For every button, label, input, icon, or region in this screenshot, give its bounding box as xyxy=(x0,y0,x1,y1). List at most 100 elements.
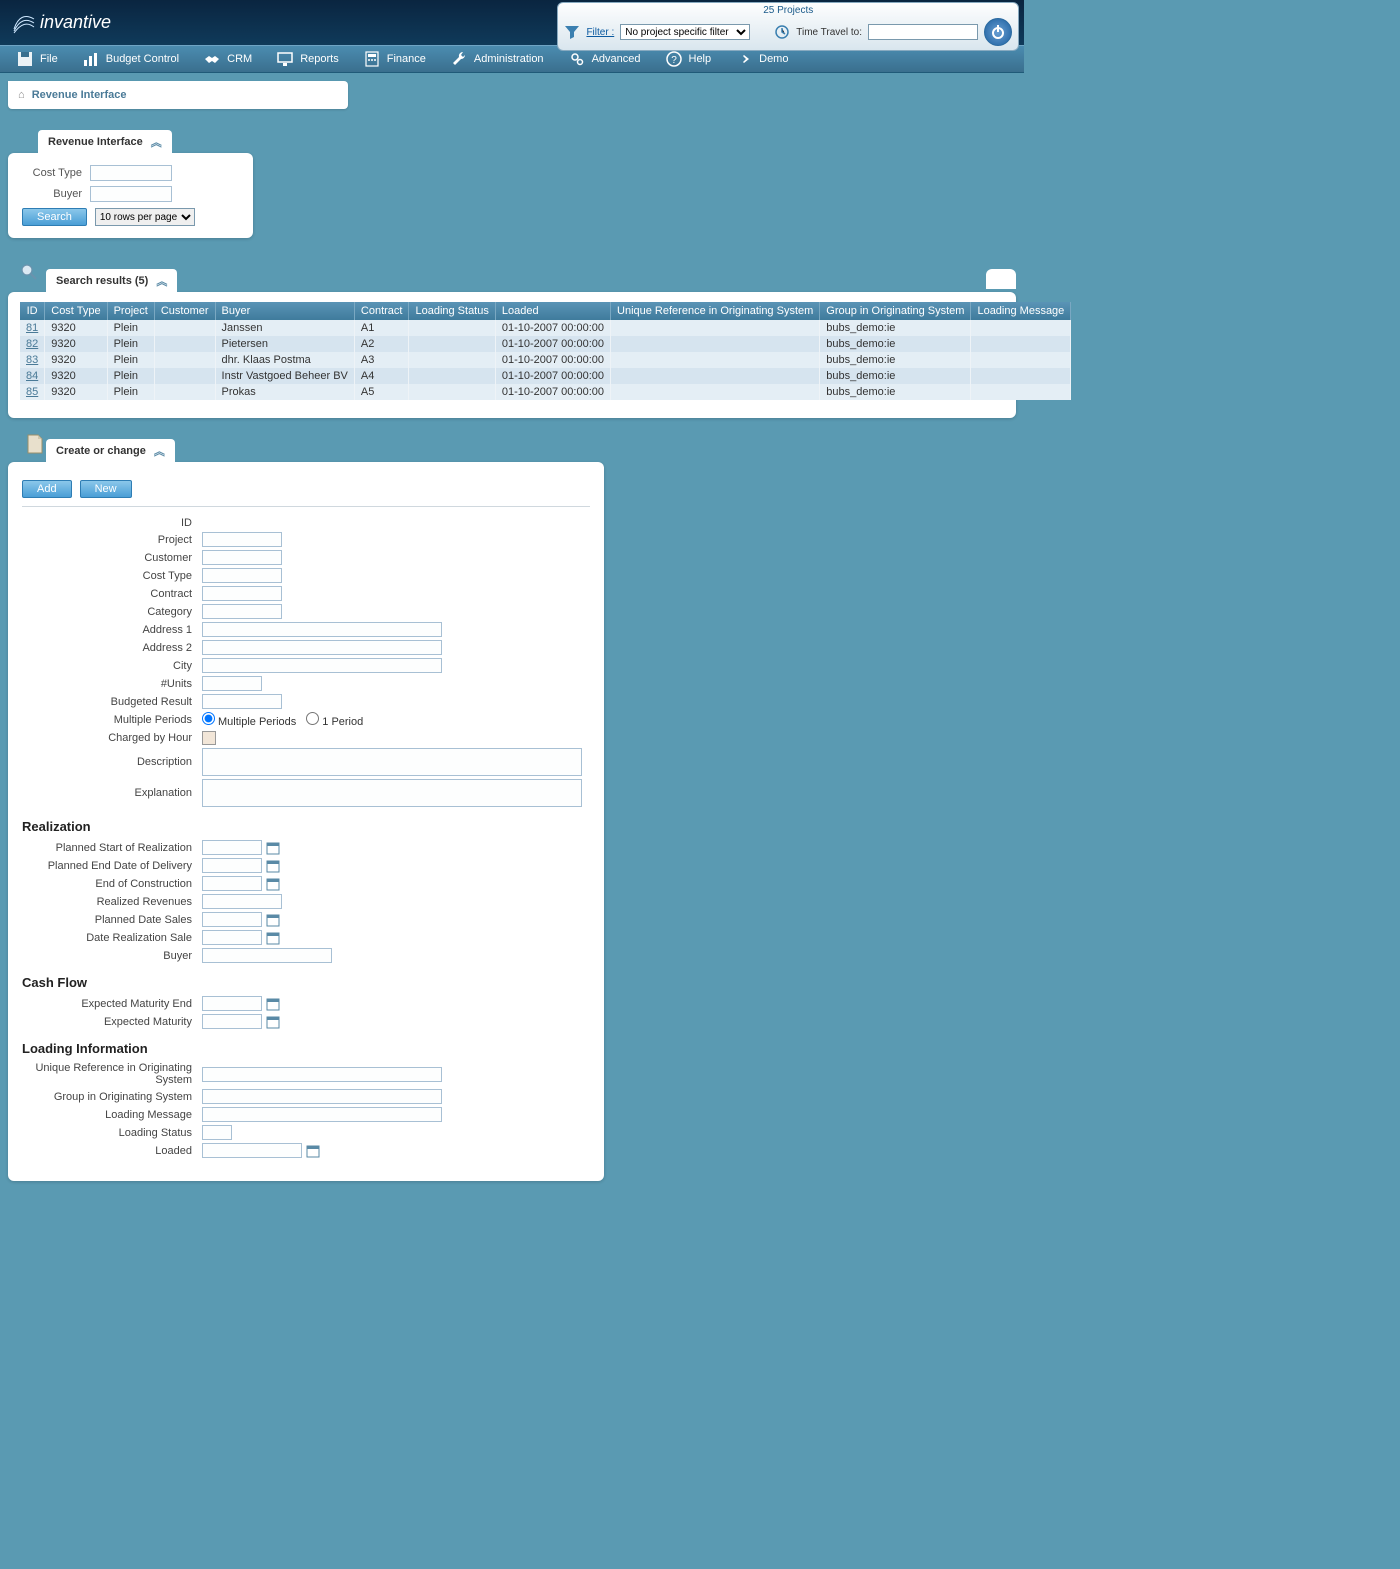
realized-revenues-input[interactable] xyxy=(202,894,282,909)
customer-input[interactable] xyxy=(202,550,282,565)
nav-administration[interactable]: Administration xyxy=(440,46,554,72)
new-button[interactable]: New xyxy=(80,480,132,498)
table-row[interactable]: 839320Pleindhr. Klaas PostmaA301-10-2007… xyxy=(20,352,1071,368)
explanation-label: Explanation xyxy=(22,787,192,799)
calendar-icon[interactable] xyxy=(266,841,280,855)
realized-revenues-label: Realized Revenues xyxy=(22,896,192,908)
table-cell: A4 xyxy=(354,368,409,384)
planned-start-input[interactable] xyxy=(202,840,262,855)
loaded-input[interactable] xyxy=(202,1143,302,1158)
question-icon: ? xyxy=(665,50,683,68)
table-row[interactable]: 829320PleinPietersenA201-10-2007 00:00:0… xyxy=(20,336,1071,352)
calendar-icon[interactable] xyxy=(266,931,280,945)
table-cell: Prokas xyxy=(215,384,354,400)
buyer-input2[interactable] xyxy=(202,948,332,963)
one-period-radio[interactable] xyxy=(306,712,319,725)
time-travel-input[interactable] xyxy=(868,24,978,40)
uref-input[interactable] xyxy=(202,1067,442,1082)
collapse-icon[interactable]: ︽ xyxy=(151,134,162,150)
address2-input[interactable] xyxy=(202,640,442,655)
calendar-icon[interactable] xyxy=(266,877,280,891)
collapse-icon[interactable]: ︽ xyxy=(154,443,165,459)
planned-start-label: Planned Start of Realization xyxy=(22,842,192,854)
table-row[interactable]: 859320PleinProkasA501-10-2007 00:00:00bu… xyxy=(20,384,1071,400)
results-table: IDCost TypeProjectCustomerBuyerContractL… xyxy=(20,302,1071,400)
nav-finance[interactable]: Finance xyxy=(353,46,436,72)
table-cell: Instr Vastgoed Beheer BV xyxy=(215,368,354,384)
expected-maturity-input[interactable] xyxy=(202,1014,262,1029)
column-header[interactable]: Project xyxy=(107,302,154,320)
table-row[interactable]: 849320PleinInstr Vastgoed Beheer BVA401-… xyxy=(20,368,1071,384)
column-header[interactable]: Cost Type xyxy=(45,302,107,320)
address1-input[interactable] xyxy=(202,622,442,637)
description-textarea[interactable] xyxy=(202,748,582,776)
cost-type-input[interactable] xyxy=(90,165,172,181)
column-header[interactable]: ID xyxy=(20,302,45,320)
calendar-icon[interactable] xyxy=(266,1015,280,1029)
table-cell: bubs_demo:ie xyxy=(820,320,971,336)
category-input[interactable] xyxy=(202,604,282,619)
nav-budget-control[interactable]: Budget Control xyxy=(72,46,189,72)
group-input[interactable] xyxy=(202,1089,442,1104)
budgeted-result-input[interactable] xyxy=(202,694,282,709)
table-cell xyxy=(409,336,495,352)
nav-crm[interactable]: CRM xyxy=(193,46,262,72)
planned-end-input[interactable] xyxy=(202,858,262,873)
cost-type-input2[interactable] xyxy=(202,568,282,583)
table-cell xyxy=(409,352,495,368)
table-cell xyxy=(971,384,1071,400)
column-header[interactable]: Loading Status xyxy=(409,302,495,320)
table-cell: 01-10-2007 00:00:00 xyxy=(495,336,610,352)
column-header[interactable]: Loaded xyxy=(495,302,610,320)
table-cell xyxy=(971,336,1071,352)
message-input[interactable] xyxy=(202,1107,442,1122)
multiple-periods-radio[interactable] xyxy=(202,712,215,725)
table-cell xyxy=(154,384,215,400)
column-header[interactable]: Buyer xyxy=(215,302,354,320)
wrench-icon xyxy=(450,50,468,68)
project-input[interactable] xyxy=(202,532,282,547)
results-title: Search results (5) xyxy=(56,275,148,287)
planned-date-sales-input[interactable] xyxy=(202,912,262,927)
realization-heading: Realization xyxy=(22,819,590,834)
calendar-icon[interactable] xyxy=(306,1144,320,1158)
date-realization-sale-input[interactable] xyxy=(202,930,262,945)
column-header[interactable]: Unique Reference in Originating System xyxy=(611,302,820,320)
end-construction-input[interactable] xyxy=(202,876,262,891)
table-cell xyxy=(611,336,820,352)
home-icon[interactable]: ⌂ xyxy=(18,89,25,101)
column-header[interactable]: Customer xyxy=(154,302,215,320)
expected-maturity-end-input[interactable] xyxy=(202,996,262,1011)
table-cell: 01-10-2007 00:00:00 xyxy=(495,352,610,368)
column-header[interactable]: Contract xyxy=(354,302,409,320)
nav-file[interactable]: File xyxy=(6,46,68,72)
power-button[interactable] xyxy=(984,18,1012,46)
column-header[interactable]: Loading Message xyxy=(971,302,1071,320)
city-input[interactable] xyxy=(202,658,442,673)
table-cell: 9320 xyxy=(45,368,107,384)
search-button[interactable]: Search xyxy=(22,208,87,226)
svg-text:?: ? xyxy=(671,55,677,66)
filter-select[interactable]: No project specific filter xyxy=(620,24,750,40)
city-label: City xyxy=(22,660,192,672)
calendar-icon[interactable] xyxy=(266,913,280,927)
calendar-icon[interactable] xyxy=(266,997,280,1011)
search-panel-tab: Revenue Interface ︽ xyxy=(38,130,172,154)
table-row[interactable]: 819320PleinJanssenA101-10-2007 00:00:00b… xyxy=(20,320,1071,336)
units-input[interactable] xyxy=(202,676,262,691)
collapse-icon[interactable]: ︽ xyxy=(156,273,167,289)
description-label: Description xyxy=(22,756,192,768)
filter-link[interactable]: Filter : xyxy=(586,27,614,38)
rows-per-page-select[interactable]: 10 rows per page xyxy=(95,208,195,226)
buyer-input[interactable] xyxy=(90,186,172,202)
add-button[interactable]: Add xyxy=(22,480,72,498)
column-header[interactable]: Group in Originating System xyxy=(820,302,971,320)
contract-input[interactable] xyxy=(202,586,282,601)
multiple-periods-label: Multiple Periods xyxy=(22,714,192,726)
results-tab: Search results (5) ︽ xyxy=(46,269,177,293)
charged-by-hour-checkbox[interactable] xyxy=(202,731,216,745)
status-input[interactable] xyxy=(202,1125,232,1140)
nav-reports[interactable]: Reports xyxy=(266,46,349,72)
calendar-icon[interactable] xyxy=(266,859,280,873)
explanation-textarea[interactable] xyxy=(202,779,582,807)
